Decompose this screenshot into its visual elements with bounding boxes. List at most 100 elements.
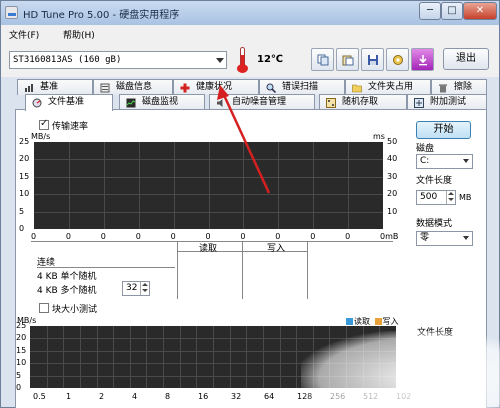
spinner-arrows-icon[interactable]: [446, 191, 455, 204]
tab-file-benchmark[interactable]: 文件基准: [25, 94, 113, 111]
tick-label: 0.5: [33, 392, 46, 401]
tick-label: 2: [99, 392, 105, 401]
magnifier-icon: [266, 83, 276, 93]
block-size-checkbox[interactable]: 块大小测试: [39, 302, 97, 315]
tick-label: 0: [16, 383, 22, 392]
tick-label: 5: [19, 206, 25, 216]
tick-label: 0: [135, 232, 141, 241]
file-length-unit: MB: [459, 193, 472, 202]
extra-tests-icon: [414, 98, 424, 108]
divider: [242, 241, 243, 299]
wrench-icon: [393, 55, 403, 65]
tick-label: 64: [264, 392, 275, 401]
app-window: HD Tune Pro 5.00 - 硬盘实用程序 ─ □ ✕ 文件(F) 帮助…: [0, 0, 500, 408]
tick-label: 50: [387, 137, 398, 146]
tick-label: 0: [275, 232, 281, 241]
chevron-down-icon: [216, 58, 224, 63]
monitor-icon: [126, 98, 136, 108]
download-button[interactable]: [411, 48, 434, 71]
legend-write-label: 写入: [382, 317, 399, 326]
download-arrow-icon: [419, 55, 427, 66]
row-4kb-multi: 4 KB 多个随机: [37, 286, 97, 296]
tick-label: 0: [310, 232, 316, 241]
left-unit-label: MB/s: [31, 132, 51, 141]
tick-label: 15: [16, 345, 27, 355]
transfer-rate-checkbox[interactable]: 传输速率: [39, 118, 88, 132]
disk-info-icon: [100, 83, 110, 93]
tab-erase[interactable]: 擦除: [431, 79, 487, 95]
tick-label: 25: [19, 137, 30, 146]
toolbar: ST3160813AS (160 gB) 12℃ 退出: [1, 43, 499, 77]
close-button[interactable]: ✕: [463, 2, 497, 20]
divider: [177, 241, 178, 299]
tick-label: 0: [65, 232, 71, 241]
copy-screenshot-button[interactable]: [336, 48, 359, 71]
app-icon: [5, 6, 18, 19]
tab-folder-usage[interactable]: 文件夹占用: [345, 79, 431, 95]
tick-label: 15: [19, 171, 30, 181]
tab-error-scan[interactable]: 错误扫描: [259, 79, 345, 95]
row-4kb-single: 4 KB 单个随机: [37, 272, 97, 282]
thermometer-icon: [237, 47, 248, 73]
menu-help[interactable]: 帮助(H): [63, 28, 95, 41]
minimize-button[interactable]: ─: [419, 2, 441, 20]
tick-label: 1: [66, 392, 72, 401]
spinner-arrows-icon[interactable]: [140, 282, 149, 295]
tick-label: 0: [100, 232, 106, 241]
options-button[interactable]: [386, 48, 409, 71]
menu-bar: 文件(F) 帮助(H): [1, 25, 499, 43]
speaker-icon: [217, 99, 223, 107]
tab-extra-tests[interactable]: 附加测试: [407, 94, 487, 110]
tab-health[interactable]: 健康状况: [173, 79, 259, 95]
tick-label: 0: [345, 232, 351, 241]
divider: [177, 251, 307, 252]
tab-disk-monitor[interactable]: 磁盘监视: [119, 94, 205, 110]
tab-aam[interactable]: 自动噪音管理: [209, 94, 315, 110]
tick-label: 10: [387, 206, 398, 216]
tick-label: 20: [387, 189, 398, 199]
chevron-down-icon: [463, 236, 469, 240]
menu-file[interactable]: 文件(F): [9, 28, 39, 41]
save-button[interactable]: [361, 48, 384, 71]
health-cross-icon: [180, 83, 190, 93]
legend-write-swatch: [374, 318, 382, 325]
col-read-header: 读取: [199, 244, 218, 254]
tick-label: 25: [16, 321, 27, 330]
floppy-disk-icon: [368, 55, 378, 65]
folder-icon: [352, 84, 362, 93]
tick-label: 0: [31, 232, 37, 241]
exit-button[interactable]: 退出: [443, 48, 489, 70]
drive-select-value: ST3160813AS (160 gB): [13, 55, 122, 65]
maximize-button[interactable]: □: [441, 2, 463, 20]
clipboard-icon: [342, 55, 354, 66]
data-mode-label: 数据模式: [416, 219, 453, 229]
tab-random-access[interactable]: 随机存取: [319, 94, 407, 110]
tick-label: 5: [16, 370, 22, 380]
file-length-input[interactable]: 500: [416, 190, 456, 205]
divider: [37, 267, 175, 268]
file-length-label: 文件长度: [416, 176, 453, 186]
tick-label: 8: [165, 392, 171, 401]
queue-depth-spinner[interactable]: 32: [122, 281, 150, 296]
file-benchmark-icon: [32, 98, 42, 108]
disk-label: 磁盘: [416, 144, 435, 154]
divider: [307, 241, 308, 299]
tick-label: 10: [19, 189, 30, 199]
tab-benchmark[interactable]: 基准: [17, 79, 93, 95]
copy-icon: [317, 54, 329, 66]
tick-label: 40: [387, 154, 398, 164]
disk-select[interactable]: C:: [416, 154, 473, 169]
right-unit-label: ms: [373, 132, 385, 141]
window-title: HD Tune Pro 5.00 - 硬盘实用程序: [23, 10, 180, 21]
start-button[interactable]: 开始: [416, 121, 471, 139]
chevron-down-icon: [463, 159, 469, 163]
checkbox-icon: [39, 303, 49, 313]
drive-select[interactable]: ST3160813AS (160 gB): [9, 51, 227, 69]
checkbox-icon: [39, 118, 49, 130]
copy-text-button[interactable]: [311, 48, 334, 71]
tick-label: 20: [19, 154, 30, 164]
tab-row-main: 基准 磁盘信息 健康状况 错误扫描 文件夹占用 擦除: [15, 79, 487, 95]
tick-label: 4: [132, 392, 138, 401]
data-mode-select[interactable]: 零: [416, 231, 473, 246]
tab-disk-info[interactable]: 磁盘信息: [93, 79, 173, 95]
